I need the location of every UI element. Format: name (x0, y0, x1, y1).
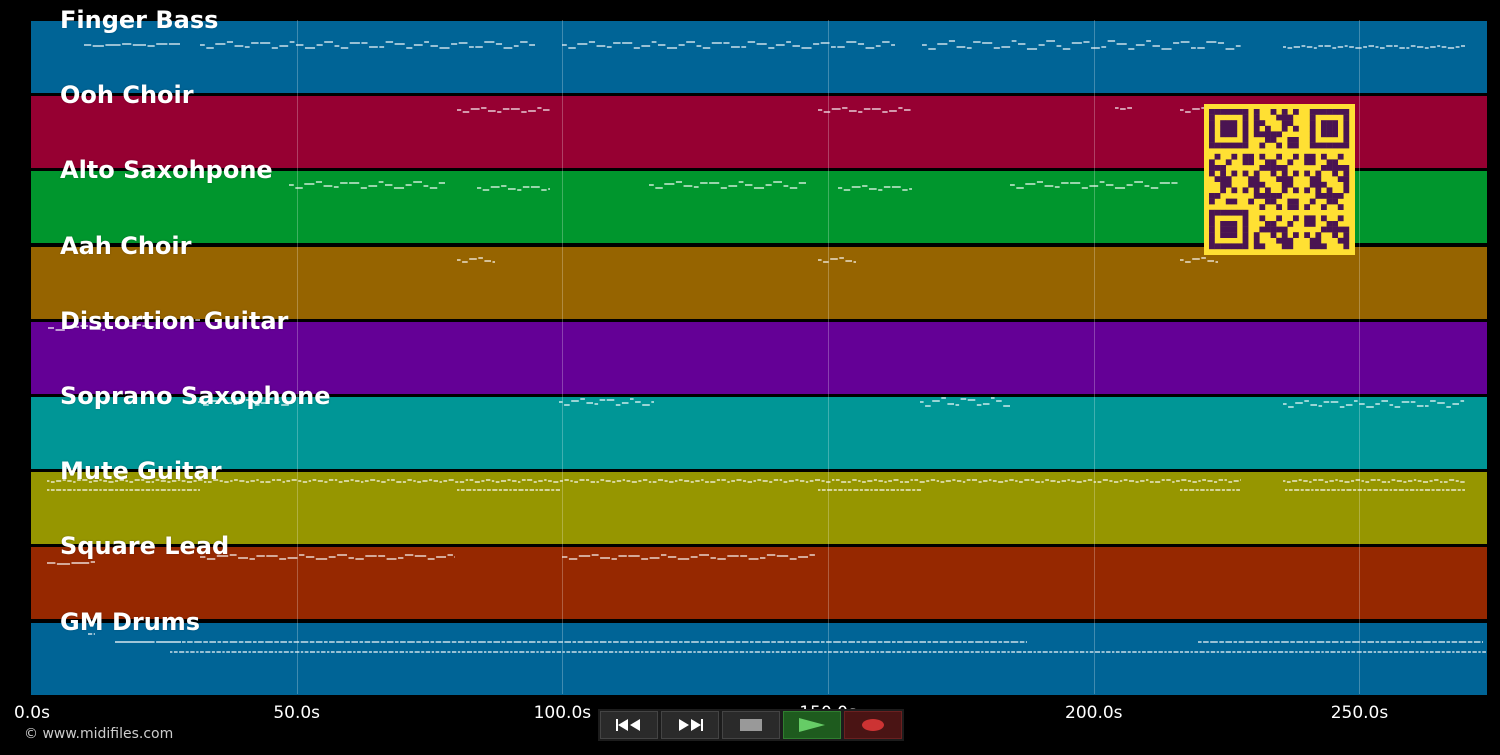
rewind-button[interactable] (600, 711, 658, 739)
copyright-text: © www.midifiles.com (24, 726, 174, 742)
fast-forward-icon (679, 719, 703, 731)
playback-controls (598, 709, 904, 741)
gridline (828, 20, 830, 694)
play-button[interactable] (783, 711, 841, 739)
gridline (1359, 20, 1361, 694)
gridline (296, 20, 298, 694)
time-tick-label: 200.0s (1065, 703, 1123, 723)
fast-forward-button[interactable] (661, 711, 719, 739)
gridline (562, 20, 564, 694)
play-icon (799, 718, 825, 732)
time-tick-label: 50.0s (273, 703, 321, 723)
qr-code (1204, 104, 1355, 255)
time-tick-label: 0.0s (14, 703, 50, 723)
record-button[interactable] (844, 711, 902, 739)
rewind-icon (616, 719, 640, 731)
record-icon (862, 719, 884, 731)
qr-pattern (1209, 109, 1350, 250)
stop-button[interactable] (722, 711, 780, 739)
time-tick-label: 100.0s (533, 703, 592, 723)
gridline (1093, 20, 1095, 694)
time-tick-label: 250.0s (1330, 703, 1389, 723)
stop-icon (740, 719, 762, 731)
